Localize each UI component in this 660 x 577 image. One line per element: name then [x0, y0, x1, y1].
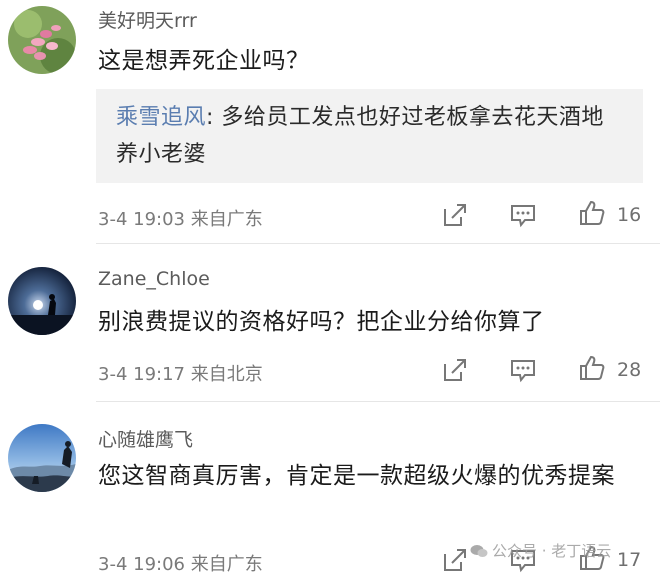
- comment-location: 来自北京: [190, 364, 263, 385]
- user-avatar[interactable]: [8, 6, 76, 74]
- wechat-icon: [470, 545, 488, 557]
- comment-item: 美好明天rrr 这是想弄死企业吗？ 乘雪追风: 多给员工发点也好过老板拿去花天酒…: [0, 0, 660, 244]
- reply-button[interactable]: [509, 356, 537, 384]
- share-button[interactable]: [441, 356, 469, 384]
- comment-icon: [511, 360, 535, 383]
- thumbs-up-icon: [580, 355, 605, 380]
- username[interactable]: 美好明天rrr: [98, 6, 197, 33]
- username[interactable]: 心随雄鹰飞: [98, 425, 193, 452]
- share-icon: [444, 549, 466, 571]
- thumbs-up-icon: [580, 200, 605, 225]
- comment-icon: [511, 205, 535, 228]
- quoted-username[interactable]: 乘雪追风: [116, 105, 206, 130]
- share-icon: [444, 359, 466, 381]
- watermark-text: 公众号 · 老丁语云: [492, 542, 612, 560]
- watermark: 公众号 · 老丁语云: [470, 540, 611, 561]
- flower-avatar-icon: [8, 6, 76, 74]
- share-button[interactable]: [441, 201, 469, 229]
- like-count: 17: [617, 549, 642, 571]
- reply-button[interactable]: [509, 201, 537, 229]
- like-button[interactable]: [578, 199, 606, 227]
- comment-meta: 3-4 19:06 来自广东: [98, 550, 263, 576]
- like-button[interactable]: [578, 354, 606, 382]
- landscape-avatar-icon: [8, 424, 76, 492]
- comment-text: 您这智商真厉害，肯定是一款超级火爆的优秀提案: [98, 463, 615, 489]
- share-button[interactable]: [441, 546, 469, 574]
- comment-time: 3-4 19:03: [98, 209, 185, 230]
- comment-meta: 3-4 19:03 来自广东: [98, 205, 263, 231]
- comment-location: 来自广东: [190, 209, 263, 230]
- like-count: 28: [617, 359, 642, 381]
- quote-separator: :: [206, 105, 222, 130]
- username[interactable]: Zane_Chloe: [98, 268, 210, 290]
- user-avatar[interactable]: [8, 267, 76, 335]
- comment-time: 3-4 19:06: [98, 554, 185, 575]
- comment-item: Zane_Chloe 别浪费提议的资格好吗？把企业分给你算了 3-4 19:17…: [0, 244, 660, 402]
- comment-text: 别浪费提议的资格好吗？把企业分给你算了: [98, 309, 545, 335]
- like-count: 16: [617, 204, 642, 226]
- comment-text: 这是想弄死企业吗？: [98, 48, 310, 74]
- comment-time: 3-4 19:17: [98, 364, 185, 385]
- user-avatar[interactable]: [8, 424, 76, 492]
- comment-meta: 3-4 19:17 来自北京: [98, 360, 263, 386]
- share-icon: [444, 204, 466, 226]
- quoted-reply[interactable]: 乘雪追风: 多给员工发点也好过老板拿去花天酒地养小老婆: [96, 89, 643, 183]
- comment-location: 来自广东: [190, 554, 263, 575]
- night-sky-avatar-icon: [8, 267, 76, 335]
